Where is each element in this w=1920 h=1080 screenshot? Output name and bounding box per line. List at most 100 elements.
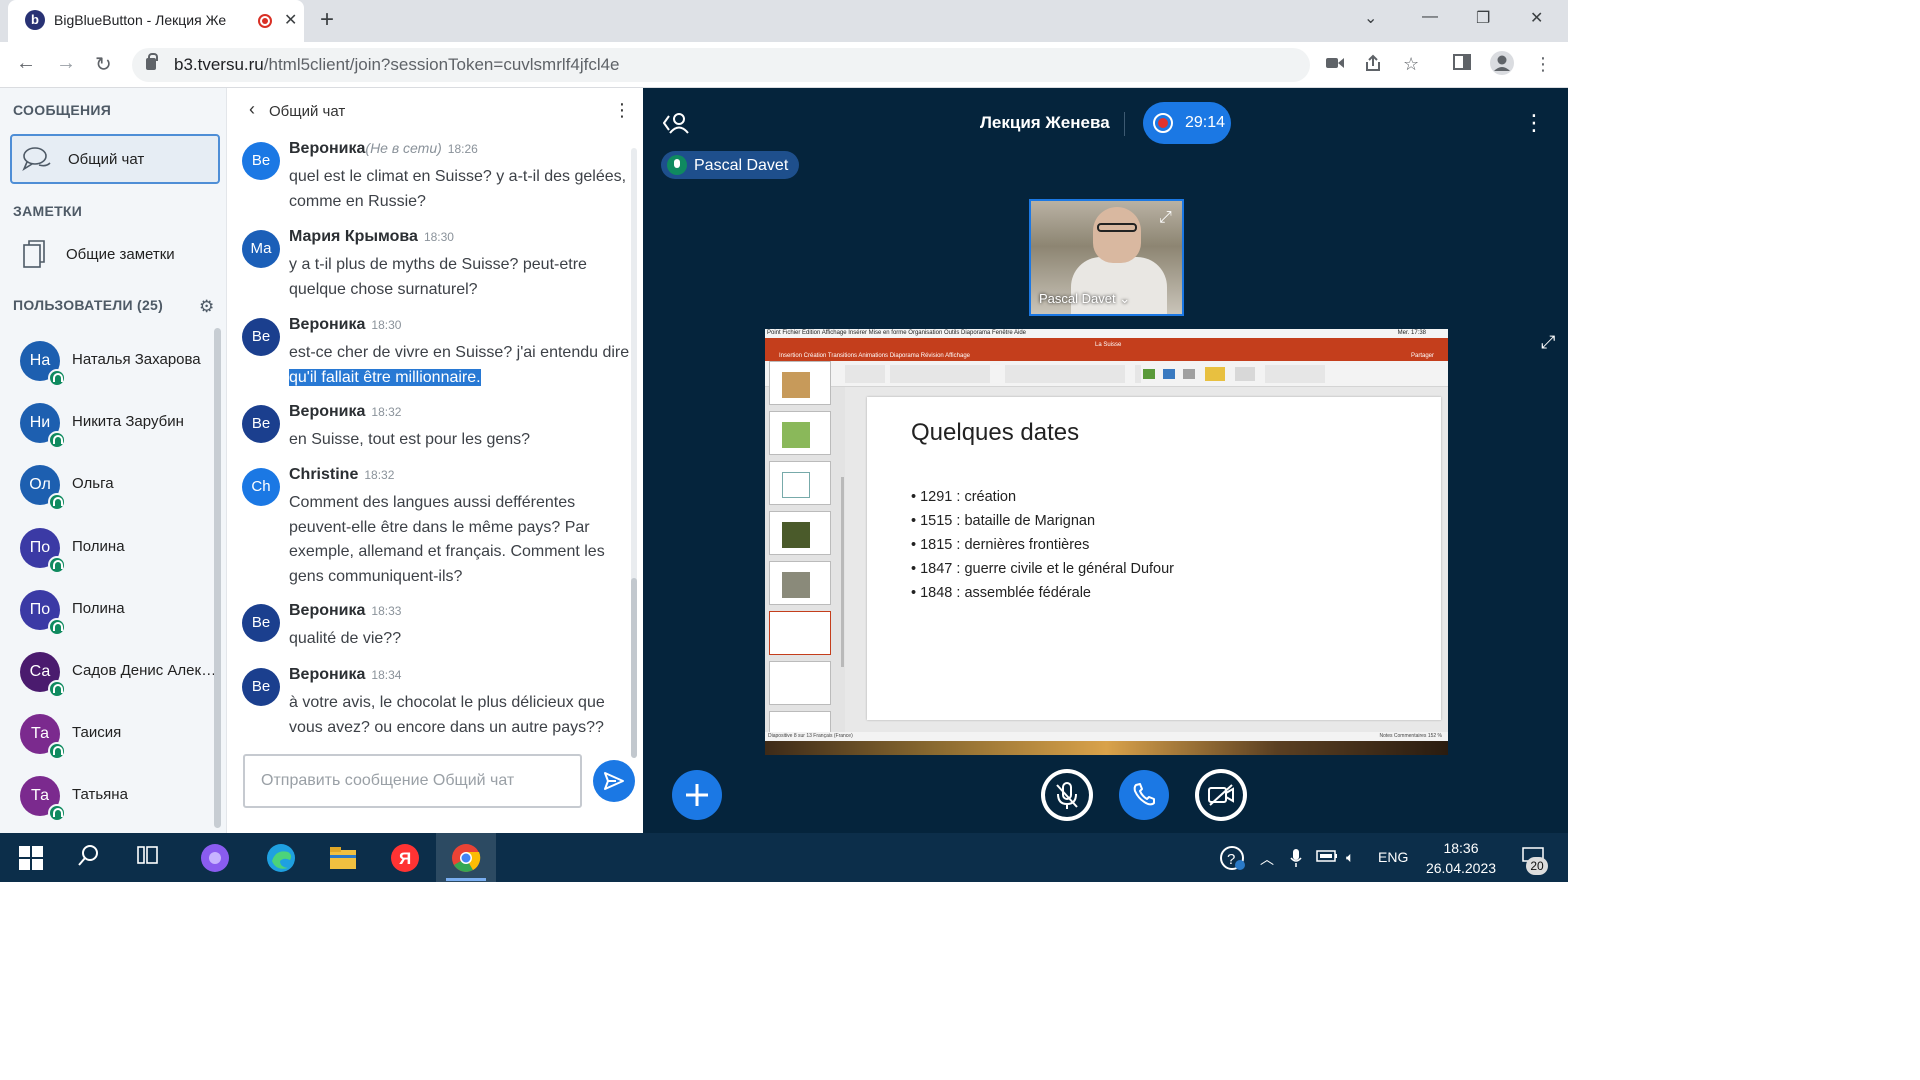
webcam-video[interactable]: Pascal Davet ⌄ ⤢ [1029,199,1184,316]
user-list-item[interactable]: Та Таисия [20,711,220,761]
message-text[interactable]: quel est le climat en Suisse? y a-t-il d… [289,165,634,214]
alice-assistant-icon[interactable] [200,843,230,873]
listen-only-headphones-icon [48,742,66,761]
send-message-button[interactable] [593,760,635,802]
browser-menu-icon[interactable]: ⋮ [1534,54,1552,75]
chrome-taskbar-active[interactable] [436,833,496,882]
slide-thumbnail[interactable] [769,361,831,405]
bookmark-star-icon[interactable]: ☆ [1403,54,1419,75]
url-text: b3.tversu.ru/html5client/join?sessionTok… [174,55,620,74]
windows-start-icon[interactable] [16,843,46,873]
listen-only-headphones-icon [48,617,66,636]
user-list-item[interactable]: Са Садов Денис Александрович [20,649,220,699]
message-text[interactable]: Comment des langues aussi defférentes pe… [289,491,634,589]
message-text[interactable]: est-ce cher de vivre en Suisse? j'ai ent… [289,341,634,390]
reload-icon[interactable]: ↻ [95,52,112,77]
chevron-up-icon[interactable]: ︿ [1260,849,1274,869]
language-indicator[interactable]: ENG [1378,849,1408,865]
chrome-icon [452,844,481,872]
message-text[interactable]: à votre avis, le chocolat le plus délici… [289,691,634,740]
user-list-item[interactable]: Ни Никита Зарубин [20,400,220,450]
chat-scrollbar[interactable] [631,148,637,758]
side-panel-icon[interactable] [1453,54,1471,75]
chevron-left-icon[interactable]: ‹ [249,99,255,120]
file-explorer-icon[interactable] [328,843,358,873]
system-clock[interactable]: 18:36 26.04.2023 [1420,838,1502,878]
profile-avatar-icon[interactable] [1490,51,1514,80]
selected-text[interactable]: qu'il fallait être millionnaire. [289,368,481,386]
minimize-icon[interactable]: — [1422,8,1438,26]
share-icon[interactable] [1364,54,1382,77]
slide-thumbnail[interactable] [769,561,831,605]
user-list-scrollbar[interactable] [214,328,221,828]
share-webcam-button[interactable] [1195,769,1247,821]
meeting-options-icon[interactable]: ⋮ [1523,110,1545,136]
slide-bullet-list: 1291 : création1515 : bataille de Marign… [911,485,1174,605]
chat-title[interactable]: Общий чат [269,103,345,120]
edge-browser-icon[interactable] [266,843,296,873]
windows-taskbar: Я ? ︿ 🔈︎ ENG 18:36 26.04.2023 20 [0,833,1568,882]
presentation-area: Лекция Женева 29:14 ⋮ Pascal Davet Pasca… [643,88,1568,833]
user-list-item[interactable]: По Полина [20,587,220,637]
shared-notes-nav-item[interactable]: Общие заметки [10,231,220,281]
presentation-fullscreen-icon[interactable]: ⤢ [1541,332,1555,353]
fullscreen-icon[interactable]: ⤢ [1159,209,1172,227]
user-list-item[interactable]: Ол Ольга [20,462,220,512]
slide-thumbnail-selected[interactable] [769,611,831,655]
left-sidebar: СООБЩЕНИЯ Общий чат ЗАМЕТКИ Общие заметк… [0,88,227,833]
camera-permission-icon[interactable] [1326,54,1344,75]
messages-heading: СООБЩЕНИЯ [13,102,112,118]
user-list-item[interactable]: По Полина [20,525,220,575]
microphone-tray-icon[interactable] [1290,849,1302,870]
message-text[interactable]: qualité de vie?? [289,627,634,652]
tab-search-icon[interactable]: ⌄ [1364,8,1377,28]
back-arrow-icon[interactable]: ← [16,52,36,75]
slide-thumbnail[interactable] [769,411,831,455]
webcam-username[interactable]: Pascal Davet ⌄ [1039,291,1130,307]
user-name: Наталья Захарова [72,351,201,368]
message-author: Вероника(Не в сети) 18:26 [289,140,478,157]
notifications-icon[interactable]: 20 [1522,847,1548,875]
forward-arrow-icon[interactable]: → [56,52,76,75]
message-author: Вероника 18:32 [289,403,402,420]
window-close-icon[interactable]: ✕ [1530,8,1543,28]
yandex-browser-icon[interactable]: Я [390,843,420,873]
recording-indicator[interactable]: 29:14 [1143,102,1231,144]
volume-icon[interactable]: 🔈︎ [1346,849,1354,866]
new-tab-button[interactable]: + [320,6,334,34]
users-settings-gear-icon[interactable]: ⚙ [199,297,214,317]
chat-panel: ‹ Общий чат ⋮ Ве Вероника(Не в сети) 18:26… [227,88,643,833]
task-view-icon[interactable] [136,843,166,873]
talking-indicator[interactable]: Pascal Davet [661,151,799,179]
notes-heading: ЗАМЕТКИ [13,203,83,219]
mute-microphone-button[interactable] [1041,769,1093,821]
user-list-item[interactable]: Та Татьяна [20,773,220,823]
message-text[interactable]: en Suisse, tout est pour les gens? [289,428,634,453]
chat-options-icon[interactable]: ⋮ [613,100,631,121]
browser-toolbar: ← → ↻ b3.tversu.ru/html5client/join?sess… [0,42,1568,88]
leave-audio-button[interactable] [1118,769,1170,821]
send-icon [604,772,624,790]
tab-close-icon[interactable]: ✕ [284,10,297,30]
chat-message-input[interactable]: Отправить сообщение Общий чат [243,754,582,808]
ppt-ribbon-tabs: Insertion Création Transitions Animation… [765,352,1448,361]
message-text[interactable]: y a t-il plus de myths de Suisse? peut-e… [289,253,634,302]
lock-icon [146,53,158,70]
search-icon[interactable] [76,843,106,873]
user-list-item[interactable]: На Наталья Захарова [20,338,220,388]
slide-thumbnail[interactable] [769,661,831,705]
restore-icon[interactable]: ❐ [1476,8,1490,28]
address-bar[interactable]: b3.tversu.ru/html5client/join?sessionTok… [132,48,1310,82]
shared-notes-label: Общие заметки [66,246,175,263]
browser-tab[interactable]: b BigBlueButton - Лекция Же ✕ [8,0,304,42]
message-avatar: Ве [242,142,280,180]
actions-plus-button[interactable] [671,769,723,821]
toggle-user-list-icon[interactable] [662,112,691,139]
help-tray-icon[interactable]: ? [1220,845,1246,874]
battery-icon[interactable] [1316,849,1338,866]
slide-thumbnail[interactable] [769,511,831,555]
user-avatar: Та [20,714,66,761]
slide-thumbnail[interactable] [769,461,831,505]
desktop-wallpaper-strip [765,741,1448,755]
public-chat-nav-item[interactable]: Общий чат [10,134,220,184]
